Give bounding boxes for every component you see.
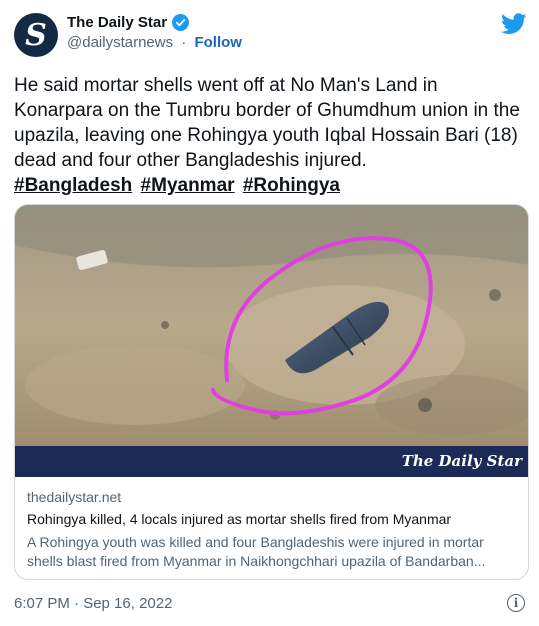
hashtag-bangladesh[interactable]: #Bangladesh	[14, 175, 132, 196]
tweet-embed: S The Daily Star @dailystarnews · Follow…	[0, 0, 539, 626]
handle-separator: ·	[181, 34, 187, 51]
watermark-text: The Daily Star	[401, 452, 522, 470]
avatar-letter: S	[25, 17, 47, 53]
verified-badge-icon	[172, 14, 190, 31]
hashtag-list: #Bangladesh #Myanmar #Rohingya	[14, 175, 343, 196]
author-name[interactable]: The Daily Star	[67, 14, 167, 31]
tweet-text: He said mortar shells went off at No Man…	[14, 73, 526, 198]
info-icon[interactable]: i	[507, 594, 525, 612]
twitter-bird-icon[interactable]	[501, 13, 527, 35]
tweet-body: He said mortar shells went off at No Man…	[14, 75, 520, 171]
follow-button[interactable]: Follow	[194, 34, 242, 51]
hashtag-myanmar[interactable]: #Myanmar	[141, 175, 235, 196]
hashtag-rohingya[interactable]: #Rohingya	[243, 175, 340, 196]
watermark-bar: The Daily Star	[15, 446, 528, 477]
link-description: A Rohingya youth was killed and four Ban…	[27, 534, 486, 569]
link-title[interactable]: Rohingya killed, 4 locals injured as mor…	[27, 511, 518, 527]
link-domain: thedailystar.net	[27, 489, 122, 505]
handle-row: @dailystarnews · Follow	[67, 34, 242, 51]
link-card[interactable]: The Daily Star thedailystar.net Rohingya…	[14, 204, 529, 580]
link-info[interactable]: thedailystar.net Rohingya killed, 4 loca…	[15, 477, 528, 571]
avatar[interactable]: S	[14, 13, 58, 57]
mortar-shell-photo[interactable]	[15, 205, 529, 446]
author-block: The Daily Star @dailystarnews · Follow	[67, 14, 242, 51]
name-row: The Daily Star	[67, 14, 242, 31]
tweet-timestamp[interactable]: 6:07 PM · Sep 16, 2022	[14, 595, 172, 612]
author-handle[interactable]: @dailystarnews	[67, 34, 173, 51]
